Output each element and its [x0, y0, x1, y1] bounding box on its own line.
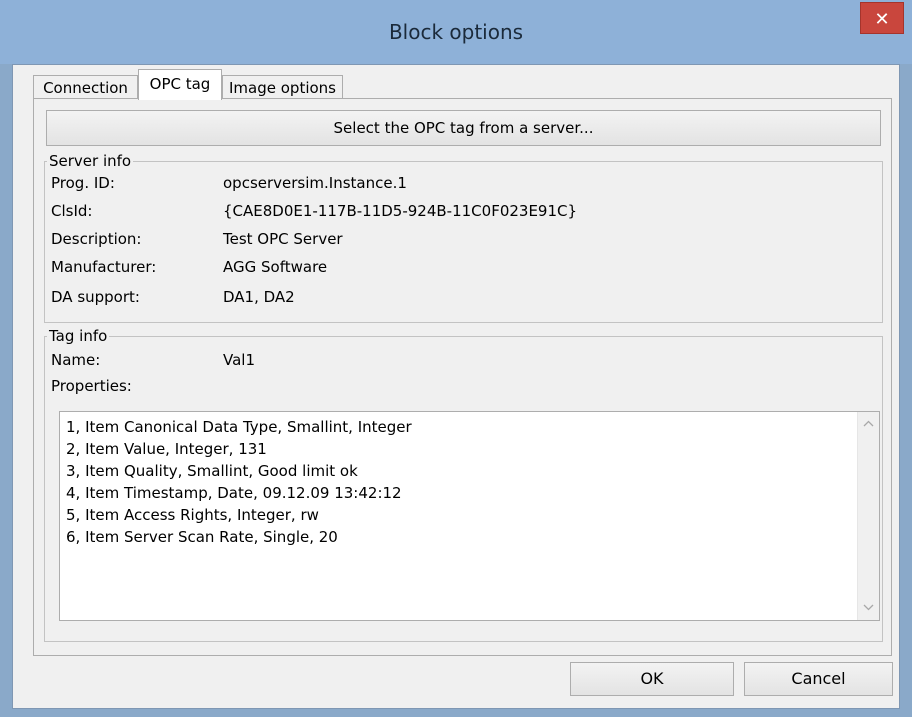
list-item: 1, Item Canonical Data Type, Smallint, I…	[66, 418, 412, 436]
list-item: 2, Item Value, Integer, 131	[66, 440, 267, 458]
description-label: Description:	[51, 230, 142, 248]
tab-opc-tag[interactable]: OPC tag	[138, 69, 222, 100]
properties-list[interactable]: 1, Item Canonical Data Type, Smallint, I…	[59, 411, 880, 621]
list-item: 3, Item Quality, Smallint, Good limit ok	[66, 462, 358, 480]
list-item: 4, Item Timestamp, Date, 09.12.09 13:42:…	[66, 484, 402, 502]
tag-info-title: Tag info	[47, 327, 110, 345]
dialog-client-area: Connection OPC tag Image options Select …	[12, 64, 900, 709]
ok-button[interactable]: OK	[570, 662, 734, 696]
tag-info-group: Tag info Name: Val1 Properties: 1, Item …	[44, 327, 883, 642]
tag-name-value: Val1	[223, 351, 255, 369]
chevron-down-icon[interactable]	[858, 598, 879, 618]
list-item: 5, Item Access Rights, Integer, rw	[66, 506, 319, 524]
prog-id-value: opcserversim.Instance.1	[223, 174, 407, 192]
clsid-label: ClsId:	[51, 202, 93, 220]
server-info-title: Server info	[47, 152, 134, 170]
da-support-value: DA1, DA2	[223, 288, 295, 306]
list-item: 6, Item Server Scan Rate, Single, 20	[66, 528, 338, 546]
dialog-window: Block options ✕ Connection OPC tag Image…	[0, 0, 912, 717]
tag-name-label: Name:	[51, 351, 101, 369]
server-info-group: Server info Prog. ID: opcserversim.Insta…	[44, 152, 883, 323]
tab-panel-opc-tag: Select the OPC tag from a server... Serv…	[33, 98, 892, 656]
close-icon: ✕	[874, 9, 890, 29]
properties-label: Properties:	[51, 377, 132, 395]
vertical-scrollbar[interactable]	[857, 412, 879, 620]
manufacturer-value: AGG Software	[223, 258, 328, 276]
clsid-value: {CAE8D0E1-117B-11D5-924B-11C0F023E91C}	[223, 202, 578, 220]
close-button[interactable]: ✕	[860, 2, 904, 34]
description-value: Test OPC Server	[223, 230, 343, 248]
tab-connection[interactable]: Connection	[33, 75, 138, 99]
tab-image-options[interactable]: Image options	[222, 75, 343, 99]
window-title: Block options	[388, 20, 524, 44]
cancel-button[interactable]: Cancel	[744, 662, 893, 696]
manufacturer-label: Manufacturer:	[51, 258, 157, 276]
chevron-up-icon[interactable]	[858, 414, 879, 434]
prog-id-label: Prog. ID:	[51, 174, 115, 192]
da-support-label: DA support:	[51, 288, 140, 306]
select-opc-tag-button[interactable]: Select the OPC tag from a server...	[46, 110, 881, 146]
title-bar[interactable]: Block options ✕	[0, 0, 912, 64]
